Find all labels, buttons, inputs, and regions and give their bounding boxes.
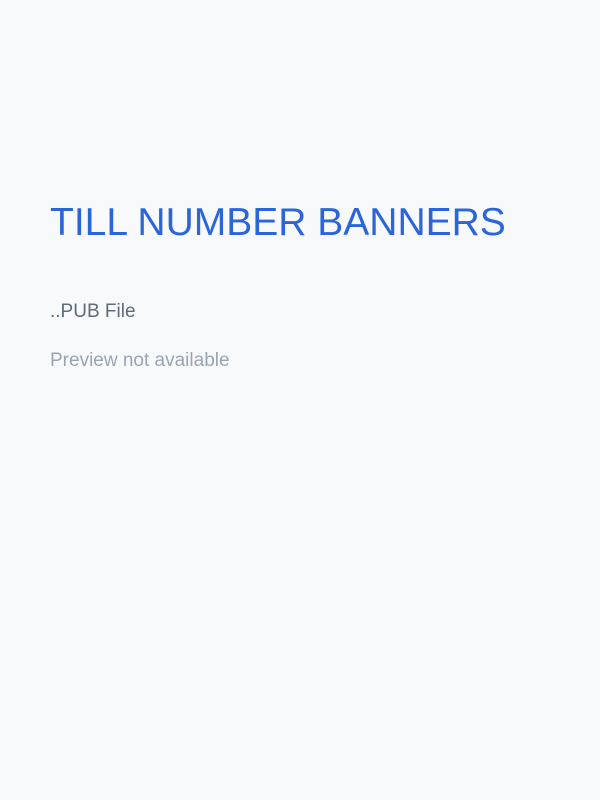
preview-unavailable-message: Preview not available xyxy=(50,350,230,371)
document-title: TILL NUMBER BANNERS xyxy=(50,201,506,244)
file-preview-page: TILL NUMBER BANNERS ..PUB File Preview n… xyxy=(0,0,600,800)
file-preview-panel: TILL NUMBER BANNERS ..PUB File Preview n… xyxy=(50,200,570,373)
file-type-label: ..PUB File xyxy=(50,301,136,322)
